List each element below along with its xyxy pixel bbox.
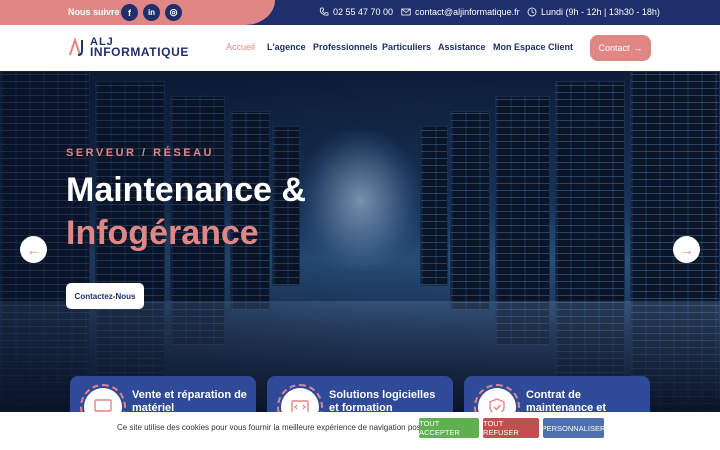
hero-title-line2: Infogérance (66, 214, 259, 252)
card-icon-ring (277, 384, 323, 412)
facebook-icon[interactable]: f (121, 4, 138, 21)
linkedin-icon[interactable]: in (143, 4, 160, 21)
service-card-maintenance[interactable]: Contrat de maintenance et (464, 376, 650, 412)
nav-espace-client[interactable]: Mon Espace Client (493, 42, 573, 52)
hero-contact-button[interactable]: Contactez-Nous (66, 283, 144, 309)
nav-accueil[interactable]: Accueil (226, 42, 255, 52)
cookie-customize-button[interactable]: PERSONNALISER (542, 418, 605, 438)
card-icon-ring (474, 384, 520, 412)
service-card-title: Vente et réparation de matériel (132, 389, 247, 412)
slider-prev-arrow-icon[interactable]: ← (20, 236, 47, 263)
hero-slider: SERVEUR / RÉSEAU Maintenance & Infogéran… (0, 71, 720, 412)
monitor-icon (94, 399, 112, 412)
nav-agence[interactable]: L'agence (267, 42, 306, 52)
hero-title-line1: Maintenance & (66, 171, 306, 209)
follow-label: Nous suivre : (68, 7, 126, 17)
top-bar: Nous suivre : f in ◎ 02 55 47 70 00 cont… (0, 0, 720, 25)
cookie-accept-button[interactable]: TOUT ACCEPTER (419, 418, 479, 438)
email-address: contact@aljinformatique.fr (415, 7, 520, 17)
card-icon-ring (80, 384, 126, 412)
shield-icon (489, 398, 505, 412)
phone-info[interactable]: 02 55 47 70 00 (319, 7, 393, 17)
logo-mark-icon (69, 37, 83, 56)
service-card-materiel[interactable]: Vente et réparation de matériel (70, 376, 256, 412)
clock-icon (527, 7, 537, 17)
contact-button-label: Contact (598, 43, 630, 53)
phone-icon (319, 7, 329, 16)
cookie-message: Ce site utilise des cookies pour vous fo… (117, 423, 440, 432)
service-card-title: Contrat de maintenance et (526, 389, 607, 412)
contact-button[interactable]: Contact → (590, 35, 651, 61)
slider-next-arrow-icon[interactable]: → (673, 236, 700, 263)
main-header: ALJ INFORMATIQUE Accueil L'agence Profes… (0, 25, 720, 71)
service-card-title: Solutions logicielles et formation (329, 389, 436, 412)
cookie-banner: Ce site utilise des cookies pour vous fo… (0, 412, 720, 450)
nav-assistance[interactable]: Assistance (438, 42, 486, 52)
nav-professionnels[interactable]: Professionnels (313, 42, 378, 52)
service-card-logiciels[interactable]: Solutions logicielles et formation (267, 376, 453, 412)
instagram-icon[interactable]: ◎ (165, 4, 182, 21)
site-logo[interactable]: ALJ INFORMATIQUE (68, 37, 189, 59)
phone-number: 02 55 47 70 00 (333, 7, 394, 17)
cookie-refuse-button[interactable]: TOUT REFUSER (483, 418, 539, 438)
hours-info: Lundi (9h - 12h | 13h30 - 18h) (527, 7, 660, 17)
hero-eyebrow: SERVEUR / RÉSEAU (66, 147, 214, 159)
logo-text-bottom: INFORMATIQUE (90, 45, 189, 59)
arrow-right-icon: → (633, 43, 643, 53)
mail-icon (401, 8, 411, 16)
opening-hours: Lundi (9h - 12h | 13h30 - 18h) (541, 7, 660, 17)
email-info[interactable]: contact@aljinformatique.fr (401, 7, 520, 17)
software-icon (291, 400, 309, 412)
nav-particuliers[interactable]: Particuliers (382, 42, 431, 52)
